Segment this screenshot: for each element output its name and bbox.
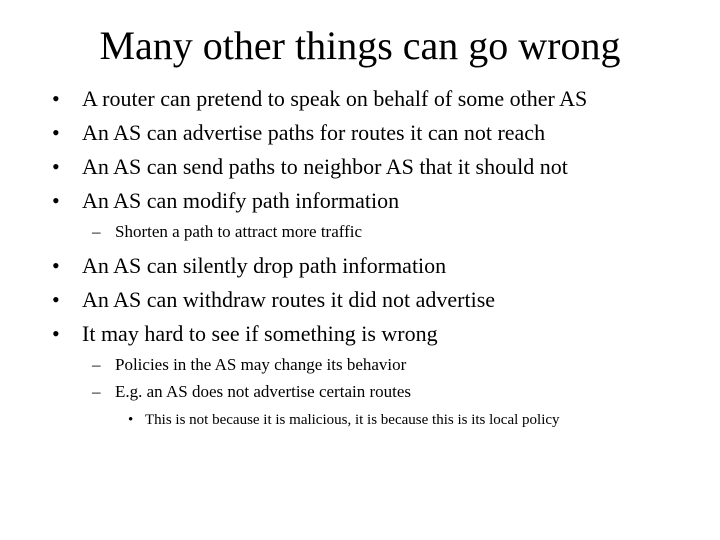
slide-title: Many other things can go wrong — [99, 23, 621, 68]
sub-bullet-text: Shorten a path to attract more traffic — [115, 222, 363, 241]
dash-marker: – — [92, 382, 101, 401]
sub-bullet-text: Policies in the AS may change its behavi… — [115, 355, 407, 374]
dash-marker: – — [92, 355, 101, 374]
bullet-marker: • — [52, 86, 60, 111]
bullet-text: An AS can silently drop path information — [82, 253, 447, 278]
bullet-marker: • — [52, 120, 60, 145]
bullet-marker: • — [52, 154, 60, 179]
bullet-text: An AS can send paths to neighbor AS that… — [82, 154, 568, 179]
sub-bullet-text: E.g. an AS does not advertise certain ro… — [115, 382, 412, 401]
bullet-text: An AS can advertise paths for routes it … — [82, 120, 546, 145]
bullet-marker: • — [52, 287, 60, 312]
bullet-text: A router can pretend to speak on behalf … — [82, 86, 588, 111]
sub-sub-bullet-text: This is not because it is malicious, it … — [145, 412, 560, 428]
bullet-marker: • — [52, 253, 60, 278]
bullet-marker: • — [52, 321, 60, 346]
bullet-text: It may hard to see if something is wrong — [82, 321, 438, 346]
bullet-marker: • — [128, 412, 134, 428]
dash-marker: – — [92, 222, 101, 241]
bullet-text: An AS can withdraw routes it did not adv… — [82, 287, 496, 312]
bullet-text: An AS can modify path information — [82, 188, 400, 213]
bullet-marker: • — [52, 188, 60, 213]
